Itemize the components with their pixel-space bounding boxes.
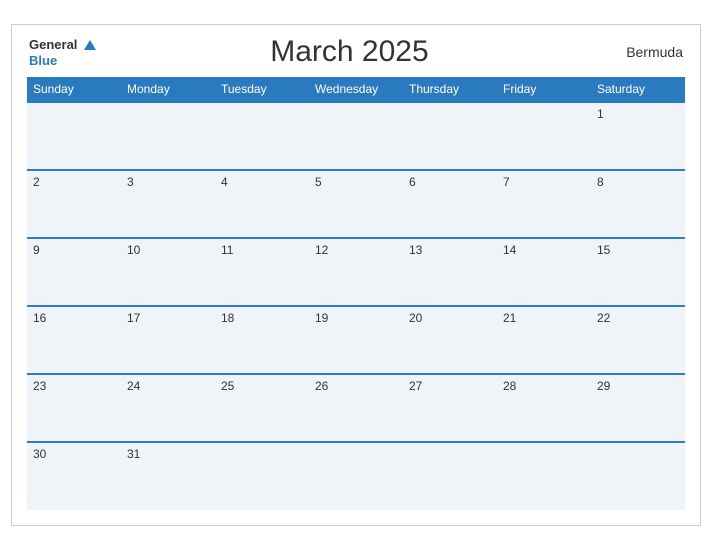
day-cell-9: 9 <box>27 238 121 306</box>
day-number: 3 <box>127 175 134 189</box>
day-cell-18: 18 <box>215 306 309 374</box>
calendar-header: General Blue March 2025 Bermuda <box>27 35 685 69</box>
day-cell-6: 6 <box>403 170 497 238</box>
week-row-2: 2 3 4 5 6 7 8 <box>27 170 685 238</box>
logo-general: General <box>29 36 96 54</box>
day-cell-22: 22 <box>591 306 685 374</box>
day-number: 20 <box>409 311 422 325</box>
logo: General Blue <box>29 36 96 68</box>
day-cell-12: 12 <box>309 238 403 306</box>
day-cell-5: 5 <box>309 170 403 238</box>
day-number: 13 <box>409 243 422 257</box>
day-number: 6 <box>409 175 416 189</box>
calendar-region: Bermuda <box>603 44 683 60</box>
day-number: 23 <box>33 379 46 393</box>
day-number: 29 <box>597 379 610 393</box>
weekday-row: SundayMondayTuesdayWednesdayThursdayFrid… <box>27 77 685 102</box>
day-number: 8 <box>597 175 604 189</box>
day-cell-27: 27 <box>403 374 497 442</box>
day-number: 25 <box>221 379 234 393</box>
day-cell-24: 24 <box>121 374 215 442</box>
day-number: 2 <box>33 175 40 189</box>
empty-cell <box>215 442 309 510</box>
day-cell-2: 2 <box>27 170 121 238</box>
day-number: 1 <box>597 107 604 121</box>
weekday-header-wednesday: Wednesday <box>309 77 403 102</box>
day-number: 27 <box>409 379 422 393</box>
day-cell-31: 31 <box>121 442 215 510</box>
day-cell-10: 10 <box>121 238 215 306</box>
day-number: 28 <box>503 379 516 393</box>
day-cell-15: 15 <box>591 238 685 306</box>
empty-cell <box>497 102 591 170</box>
weekday-header-tuesday: Tuesday <box>215 77 309 102</box>
calendar-grid: SundayMondayTuesdayWednesdayThursdayFrid… <box>27 77 685 510</box>
calendar-container: General Blue March 2025 Bermuda SundayMo… <box>11 24 701 526</box>
empty-cell <box>309 102 403 170</box>
logo-blue: Blue <box>29 54 96 68</box>
day-cell-11: 11 <box>215 238 309 306</box>
empty-cell <box>403 442 497 510</box>
weekday-header-monday: Monday <box>121 77 215 102</box>
week-row-1: 1 <box>27 102 685 170</box>
empty-cell <box>309 442 403 510</box>
weekday-header-friday: Friday <box>497 77 591 102</box>
weekday-header-saturday: Saturday <box>591 77 685 102</box>
empty-cell <box>497 442 591 510</box>
logo-triangle-icon <box>84 40 96 50</box>
day-number: 14 <box>503 243 516 257</box>
weekday-header-thursday: Thursday <box>403 77 497 102</box>
day-number: 18 <box>221 311 234 325</box>
empty-cell <box>403 102 497 170</box>
day-cell-29: 29 <box>591 374 685 442</box>
week-row-5: 23 24 25 26 27 28 29 <box>27 374 685 442</box>
day-number: 26 <box>315 379 328 393</box>
empty-cell <box>121 102 215 170</box>
calendar-body: 1234567891011121314151617181920212223242… <box>27 102 685 510</box>
day-number: 30 <box>33 447 46 461</box>
calendar-weekday-header: SundayMondayTuesdayWednesdayThursdayFrid… <box>27 77 685 102</box>
day-number: 21 <box>503 311 516 325</box>
day-cell-20: 20 <box>403 306 497 374</box>
empty-cell <box>27 102 121 170</box>
day-cell-17: 17 <box>121 306 215 374</box>
empty-cell <box>591 442 685 510</box>
day-cell-4: 4 <box>215 170 309 238</box>
day-cell-21: 21 <box>497 306 591 374</box>
day-cell-8: 8 <box>591 170 685 238</box>
day-number: 16 <box>33 311 46 325</box>
day-cell-14: 14 <box>497 238 591 306</box>
week-row-3: 9 10 11 12 13 14 15 <box>27 238 685 306</box>
day-cell-13: 13 <box>403 238 497 306</box>
day-cell-23: 23 <box>27 374 121 442</box>
day-number: 12 <box>315 243 328 257</box>
day-cell-25: 25 <box>215 374 309 442</box>
calendar-title: March 2025 <box>96 35 603 69</box>
day-number: 10 <box>127 243 140 257</box>
day-number: 17 <box>127 311 140 325</box>
day-cell-30: 30 <box>27 442 121 510</box>
weekday-header-sunday: Sunday <box>27 77 121 102</box>
day-cell-28: 28 <box>497 374 591 442</box>
day-number: 4 <box>221 175 228 189</box>
day-number: 15 <box>597 243 610 257</box>
week-row-4: 16 17 18 19 20 21 22 <box>27 306 685 374</box>
day-number: 9 <box>33 243 40 257</box>
day-cell-3: 3 <box>121 170 215 238</box>
day-number: 5 <box>315 175 322 189</box>
day-number: 22 <box>597 311 610 325</box>
day-cell-19: 19 <box>309 306 403 374</box>
day-cell-16: 16 <box>27 306 121 374</box>
empty-cell <box>215 102 309 170</box>
week-row-6: 30 31 <box>27 442 685 510</box>
day-number: 11 <box>221 243 233 257</box>
day-cell-7: 7 <box>497 170 591 238</box>
day-number: 24 <box>127 379 140 393</box>
day-number: 31 <box>127 447 140 461</box>
day-number: 19 <box>315 311 328 325</box>
day-cell-26: 26 <box>309 374 403 442</box>
day-cell-1: 1 <box>591 102 685 170</box>
day-number: 7 <box>503 175 510 189</box>
